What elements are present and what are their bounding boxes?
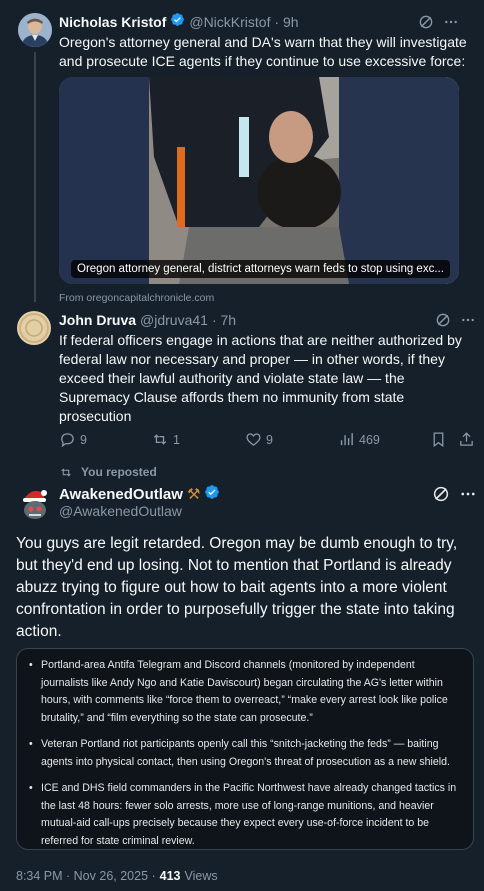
author-handle[interactable]: @NickKristof — [189, 14, 270, 30]
views-button[interactable]: 469 — [338, 431, 380, 448]
main-tweet-header: AwakenedOutlaw ⚒ — [59, 484, 220, 504]
avatar-nicholas-kristof[interactable] — [18, 13, 52, 47]
verified-badge-icon — [204, 484, 220, 505]
avatar-image — [18, 13, 52, 47]
tweet2-text: If federal officers engage in actions th… — [59, 332, 462, 424]
repost-count: 1 — [173, 432, 180, 447]
tweet1-header: Nicholas Kristof @NickKristof · 9h — [59, 13, 299, 31]
grok-icon[interactable] — [418, 14, 434, 30]
like-count: 9 — [266, 432, 273, 447]
tweet-timestamp-line: 8:34 PM · Nov 26, 2025 · 413 Views — [16, 869, 218, 883]
heart-icon — [245, 431, 262, 448]
tweet1-text: Oregon's attorney general and DA's warn … — [59, 34, 467, 69]
bullet-list: Portland-area Antifa Telegram and Discor… — [29, 657, 463, 850]
timestamp[interactable]: 8:34 PM · Nov 26, 2025 · — [16, 869, 156, 883]
author-handle[interactable]: @AwakenedOutlaw — [59, 503, 182, 519]
views-count: 413 — [159, 869, 181, 883]
share-icon[interactable] — [458, 431, 475, 448]
more-options-icon[interactable] — [443, 14, 459, 30]
hammer-pick-emoji: ⚒ — [186, 486, 201, 503]
main-tweet-text: You guys are legit retarded. Oregon may … — [16, 535, 458, 640]
avatar-awakenedoutlaw[interactable] — [16, 483, 54, 521]
media-photo — [59, 77, 459, 284]
avatar-john-druva[interactable] — [17, 311, 51, 345]
bullet-item: Veteran Portland riot participants openl… — [29, 736, 463, 771]
author-name[interactable]: Nicholas Kristof — [59, 14, 166, 30]
repost-icon — [59, 466, 73, 479]
author-name[interactable]: AwakenedOutlaw — [59, 486, 183, 503]
like-button[interactable]: 9 — [245, 431, 273, 448]
avatar-image — [17, 311, 51, 345]
analytics-icon — [338, 431, 355, 448]
tweet-time[interactable]: · 9h — [274, 14, 298, 30]
grok-icon[interactable] — [435, 312, 451, 328]
repost-icon — [151, 431, 169, 448]
tweet2-header: John Druva @jdruva41 · 7h — [59, 311, 236, 329]
reply-button[interactable]: 9 — [59, 431, 87, 448]
verified-badge-icon — [170, 12, 185, 32]
media-caption: Oregon attorney general, district attorn… — [71, 260, 450, 278]
bookmark-icon[interactable] — [430, 431, 447, 448]
views-label: Views — [184, 869, 218, 883]
repost-indicator: You reposted — [59, 465, 157, 479]
more-options-icon[interactable] — [460, 312, 476, 328]
avatar-image — [16, 483, 54, 521]
reply-icon — [59, 431, 76, 448]
link-source[interactable]: From oregoncapitalchronicle.com — [59, 292, 214, 304]
embedded-text-card[interactable]: Portland-area Antifa Telegram and Discor… — [16, 648, 474, 850]
bullet-item: Portland-area Antifa Telegram and Discor… — [29, 657, 463, 727]
bullet-item: ICE and DHS field commanders in the Paci… — [29, 780, 463, 850]
tweet-time[interactable]: · 7h — [212, 312, 236, 328]
more-options-icon[interactable] — [459, 485, 477, 503]
repost-button[interactable]: 1 — [151, 431, 180, 448]
views-count: 469 — [359, 432, 380, 447]
thread-connector-line — [34, 52, 36, 302]
tweet1-media-image[interactable]: Oregon attorney general, district attorn… — [59, 77, 459, 284]
reply-count: 9 — [80, 432, 87, 447]
repost-label: You reposted — [81, 465, 157, 479]
grok-icon[interactable] — [432, 485, 450, 503]
author-handle[interactable]: @jdruva41 — [140, 312, 208, 328]
author-name[interactable]: John Druva — [59, 312, 136, 328]
